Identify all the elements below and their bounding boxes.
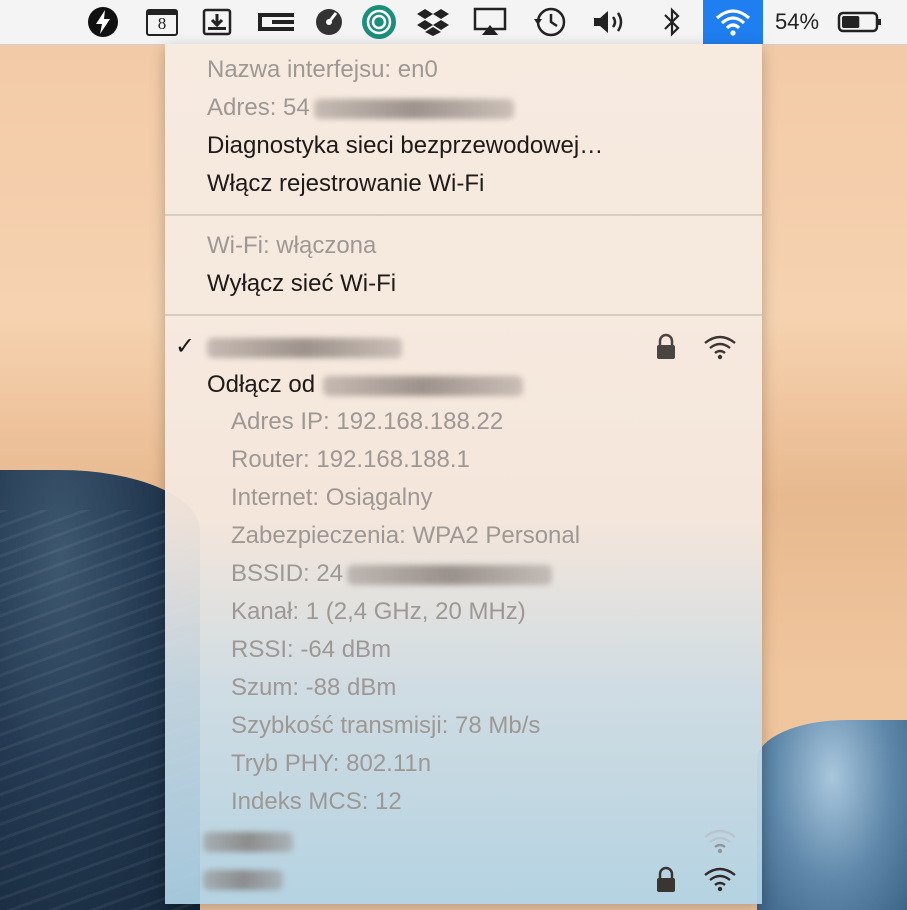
download-icon[interactable] <box>200 0 234 44</box>
enable-wifi-logging-label: Włącz rejestrowanie Wi-Fi <box>207 170 485 197</box>
detail-tx-rate-text: Szybkość transmisji: 78 Mb/s <box>231 712 541 739</box>
network-item-connected[interactable]: ✓ <box>165 328 762 366</box>
turn-wifi-off-item[interactable]: Wyłącz sieć Wi-Fi <box>165 265 762 303</box>
turn-wifi-off-label: Wyłącz sieć Wi-Fi <box>207 270 397 297</box>
disconnect-prefix: Odłącz od <box>207 371 316 398</box>
network-name-redacted <box>203 869 283 890</box>
wifi-signal-icon <box>704 867 736 892</box>
wifi-icon[interactable] <box>703 0 763 44</box>
detail-bssid-text: BSSID: 24 <box>231 555 553 593</box>
mac-address-prefix: Adres: 54 <box>207 94 310 121</box>
bluetooth-icon[interactable] <box>658 0 686 44</box>
detail-router: Router: 192.168.188.1 <box>165 441 762 479</box>
redacted-ssid <box>323 375 524 396</box>
separator <box>165 314 762 316</box>
battery-icon[interactable] <box>836 0 884 44</box>
gauge-icon[interactable] <box>313 0 345 44</box>
battery-percent[interactable]: 54% <box>775 0 819 44</box>
lock-icon <box>657 333 675 359</box>
menu-bar: 8 54% <box>0 0 907 45</box>
wireless-diagnostics-item[interactable]: Diagnostyka sieci bezprzewodowej… <box>165 127 762 165</box>
detail-ip: Adres IP: 192.168.188.22 <box>165 403 762 441</box>
airplay-icon[interactable] <box>473 0 507 44</box>
disconnect-item[interactable]: Odłącz od <box>165 366 762 404</box>
wifi-signal-weak-icon <box>704 829 736 854</box>
detail-phy-mode-text: Tryb PHY: 802.11n <box>231 750 432 777</box>
redacted-mac <box>313 98 514 119</box>
calendar-icon[interactable]: 8 <box>144 0 180 44</box>
dropbox-icon[interactable] <box>416 0 450 44</box>
wifi-signal-icon <box>704 335 736 360</box>
detail-channel-text: Kanał: 1 (2,4 GHz, 20 MHz) <box>231 598 526 625</box>
network-name-redacted <box>207 337 402 358</box>
wifi-status-text: Wi-Fi: włączona <box>207 232 377 259</box>
enable-wifi-logging-item[interactable]: Włącz rejestrowanie Wi-Fi <box>165 165 762 203</box>
detail-tx-rate: Szybkość transmisji: 78 Mb/s <box>165 707 762 745</box>
redacted-bssid <box>347 564 553 585</box>
wifi-status-row: Wi-Fi: włączona <box>165 227 762 265</box>
interface-name-row: Nazwa interfejsu: en0 <box>165 51 762 89</box>
detail-rssi-text: RSSI: -64 dBm <box>231 636 392 663</box>
detail-internet: Internet: Osiągalny <box>165 479 762 517</box>
checkmark-icon: ✓ <box>175 333 196 360</box>
detail-rssi: RSSI: -64 dBm <box>165 631 762 669</box>
disconnect-label: Odłącz od <box>207 366 524 404</box>
window-icon[interactable] <box>256 0 296 44</box>
calendar-day: 8 <box>157 14 167 33</box>
wallpaper-cloud <box>757 720 907 910</box>
detail-ip-text: Adres IP: 192.168.188.22 <box>231 408 504 435</box>
volume-icon[interactable] <box>590 0 628 44</box>
mac-address-text: Adres: 54 <box>207 89 514 127</box>
redacted-ssid <box>207 337 402 358</box>
detail-security-text: Zabezpieczenia: WPA2 Personal <box>231 522 581 549</box>
separator <box>165 214 762 216</box>
lock-icon <box>657 866 675 892</box>
detail-mcs-index: Indeks MCS: 12 <box>165 783 762 821</box>
wifi-menu: Nazwa interfejsu: en0 Adres: 54 Diagnost… <box>165 44 762 904</box>
circular-app-icon[interactable] <box>360 0 398 44</box>
redacted-ssid <box>203 869 283 890</box>
network-name-redacted <box>203 831 293 852</box>
interface-name-text: Nazwa interfejsu: en0 <box>207 56 438 83</box>
bolt-icon[interactable] <box>86 0 120 44</box>
wireless-diagnostics-label: Diagnostyka sieci bezprzewodowej… <box>207 132 604 159</box>
detail-noise-text: Szum: -88 dBm <box>231 674 397 701</box>
detail-mcs-index-text: Indeks MCS: 12 <box>231 788 402 815</box>
mac-address-row: Adres: 54 <box>165 89 762 127</box>
bssid-prefix: BSSID: 24 <box>231 560 344 587</box>
detail-security: Zabezpieczenia: WPA2 Personal <box>165 517 762 555</box>
network-item[interactable] <box>165 860 762 898</box>
detail-router-text: Router: 192.168.188.1 <box>231 446 470 473</box>
detail-channel: Kanał: 1 (2,4 GHz, 20 MHz) <box>165 593 762 631</box>
detail-phy-mode: Tryb PHY: 802.11n <box>165 745 762 783</box>
time-machine-icon[interactable] <box>532 0 568 44</box>
network-item[interactable] <box>165 822 762 860</box>
detail-internet-text: Internet: Osiągalny <box>231 484 433 511</box>
detail-bssid: BSSID: 24 <box>165 555 762 593</box>
redacted-ssid <box>203 831 293 852</box>
detail-noise: Szum: -88 dBm <box>165 669 762 707</box>
